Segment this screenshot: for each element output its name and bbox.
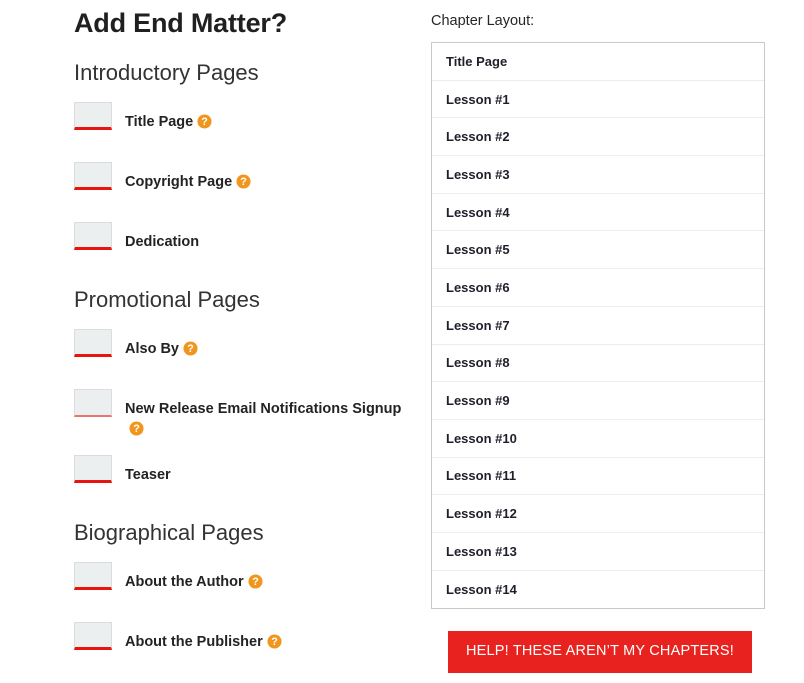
- checkbox-row: New Release Email Notifications Signup?: [74, 387, 414, 439]
- checkbox-label: Also By: [125, 341, 179, 357]
- checkbox-label: New Release Email Notifications Signup: [125, 401, 402, 417]
- checkbox-row: Teaser: [74, 453, 414, 499]
- svg-text:?: ?: [201, 116, 208, 128]
- checkbox-label-wrap: Teaser: [125, 453, 171, 485]
- checkbox-title-page[interactable]: [74, 102, 112, 130]
- checkbox-row: Dedication: [74, 220, 414, 266]
- chapter-list-item[interactable]: Lesson #14: [432, 571, 764, 609]
- checkbox-label-wrap: New Release Email Notifications Signup?: [125, 387, 403, 439]
- checkbox-teaser[interactable]: [74, 455, 112, 483]
- checkbox-row: Title Page?: [74, 100, 414, 146]
- chapter-list-item[interactable]: Lesson #10: [432, 420, 764, 458]
- section-header: Promotional Pages: [74, 287, 260, 312]
- checkbox-about-the-author[interactable]: [74, 562, 112, 590]
- help-circle-icon[interactable]: ?: [129, 421, 144, 436]
- chapter-list: Title Page Lesson #1 Lesson #2 Lesson #3 Les…: [431, 42, 765, 610]
- checkbox-label-wrap: About the Author?: [125, 560, 263, 592]
- checkbox-label: Title Page: [125, 114, 194, 130]
- svg-text:?: ?: [133, 423, 140, 435]
- help-button-container: HELP! THESE AREN’T MY CHAPTERS!: [431, 631, 771, 674]
- chapter-list-item[interactable]: Lesson #1: [432, 81, 764, 119]
- end-matter-sections: Introductory Pages Title Page? Copyright P…: [74, 59, 414, 666]
- checkbox-row: About the Publisher?: [74, 620, 414, 666]
- help-circle-icon[interactable]: ?: [248, 574, 263, 589]
- page-title: Add End Matter?: [74, 8, 287, 38]
- end-matter-form: Add End Matter? Introductory Pages Title …: [74, 0, 414, 666]
- chapter-list-item[interactable]: Lesson #2: [432, 118, 764, 157]
- chapter-list-item[interactable]: Lesson #6: [432, 269, 764, 307]
- chapter-list-item[interactable]: Lesson #11: [432, 458, 764, 496]
- checkbox-label: About the Author: [125, 574, 244, 590]
- help-circle-icon[interactable]: ?: [183, 341, 198, 356]
- chapter-layout-panel: Chapter Layout: Title Page Lesson #1 Lesso…: [431, 0, 771, 674]
- chapter-list-item[interactable]: Title Page: [432, 43, 764, 81]
- checkbox-label: Copyright Page: [125, 174, 233, 190]
- svg-text:?: ?: [252, 576, 259, 588]
- chapter-list-item[interactable]: Lesson #3: [432, 156, 764, 194]
- checkbox-dedication[interactable]: [74, 222, 112, 250]
- section-introductory-pages: Introductory Pages Title Page? Copyright P…: [74, 59, 414, 266]
- checkbox-also-by[interactable]: [74, 329, 112, 357]
- checkbox-label-wrap: Title Page?: [125, 100, 212, 132]
- checkbox-label: About the Publisher: [125, 634, 263, 650]
- checkbox-label: Dedication: [125, 234, 200, 250]
- section-header: Biographical Pages: [74, 520, 264, 545]
- chapter-list-item[interactable]: Lesson #13: [432, 533, 764, 571]
- checkbox-row: Copyright Page?: [74, 160, 414, 206]
- help-circle-icon[interactable]: ?: [267, 634, 282, 649]
- end-matter-page: Add End Matter? Introductory Pages Title …: [0, 0, 804, 683]
- checkbox-row: About the Author?: [74, 560, 414, 606]
- checkbox-label-wrap: Also By?: [125, 327, 198, 359]
- chapter-list-item[interactable]: Lesson #12: [432, 495, 764, 533]
- chapter-list-item[interactable]: Lesson #9: [432, 382, 764, 420]
- chapter-list-item[interactable]: Lesson #5: [432, 231, 764, 270]
- chapter-layout-label: Chapter Layout:: [431, 13, 535, 29]
- checkbox-label-wrap: Dedication: [125, 220, 199, 252]
- chapter-list-item[interactable]: Lesson #7: [432, 307, 764, 345]
- checkbox-new-release-email-notifications-signup[interactable]: [74, 389, 112, 417]
- section-header: Introductory Pages: [74, 60, 259, 85]
- help-circle-icon[interactable]: ?: [197, 114, 212, 129]
- checkbox-about-the-publisher[interactable]: [74, 622, 112, 650]
- checkbox-label: Teaser: [125, 467, 171, 483]
- section-promotional-pages: Promotional Pages Also By? New Release Ema…: [74, 286, 414, 499]
- section-biographical-pages: Biographical Pages About the Author? About…: [74, 519, 414, 666]
- help-chapters-button[interactable]: HELP! THESE AREN’T MY CHAPTERS!: [447, 631, 753, 674]
- help-circle-icon[interactable]: ?: [236, 174, 251, 189]
- svg-text:?: ?: [271, 636, 278, 648]
- svg-text:?: ?: [187, 343, 194, 355]
- checkbox-label-wrap: About the Publisher?: [125, 620, 282, 652]
- chapter-list-item[interactable]: Lesson #8: [432, 345, 764, 383]
- svg-text:?: ?: [240, 176, 247, 188]
- chapter-list-item[interactable]: Lesson #4: [432, 194, 764, 232]
- checkbox-copyright-page[interactable]: [74, 162, 112, 190]
- checkbox-label-wrap: Copyright Page?: [125, 160, 251, 192]
- checkbox-row: Also By?: [74, 327, 414, 373]
